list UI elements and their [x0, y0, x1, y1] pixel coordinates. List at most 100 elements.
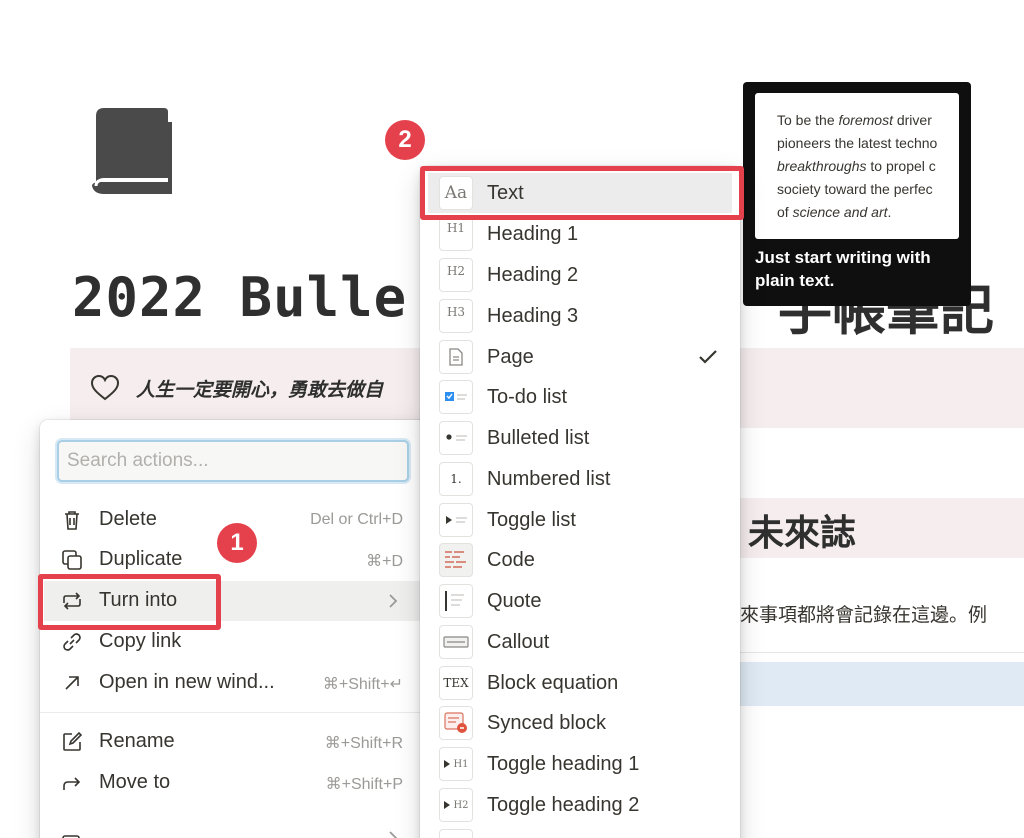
shortcut-hint: ⌘+Shift+P [325, 776, 403, 793]
preview-text: science and art [792, 204, 888, 220]
menu-item-open-new-window[interactable]: Open in new wind... ⌘+Shift+↵ [44, 663, 420, 703]
menu-item-label: Delete [99, 508, 157, 530]
book-icon[interactable] [90, 102, 172, 196]
turn-into-heading-3[interactable]: H3 Heading 3 [428, 296, 732, 336]
turn-into-quote[interactable]: Quote [428, 581, 732, 621]
menu-item-label: Open in new wind... [99, 671, 275, 693]
turn-into-toggle-heading-1[interactable]: H1 Toggle heading 1 [428, 744, 732, 784]
shortcut-hint: ⌘+Shift+R [324, 735, 403, 752]
turn-into-toggle-heading-2[interactable]: H2 Toggle heading 2 [428, 785, 732, 825]
icon-glyph: TEX [443, 676, 469, 690]
page-title[interactable]: 2022 Bulle [72, 266, 407, 329]
preview-text: breakthroughs [777, 158, 867, 174]
code-icon [439, 543, 473, 577]
numbered-list-icon: 1. [439, 462, 473, 496]
link-icon [63, 633, 81, 651]
submenu-item-label: Heading 1 [487, 223, 579, 245]
quote-icon [439, 584, 473, 618]
menu-item-move-to[interactable]: Move to ⌘+Shift+P [44, 763, 420, 803]
body-paragraph: 來事項都將會記錄在這邊。例 [740, 604, 988, 626]
heading1-icon: H1 [439, 217, 473, 251]
turn-into-heading-2[interactable]: H2 Heading 2 [428, 255, 732, 295]
icon-glyph: H1 [446, 221, 466, 235]
duplicate-icon [62, 550, 82, 570]
icon-glyph: H1 [453, 758, 469, 770]
turn-into-synced-block[interactable]: Synced block [428, 703, 732, 743]
submenu-item-label: Synced block [487, 712, 606, 734]
turn-into-bulleted-list[interactable]: Bulleted list [428, 418, 732, 458]
turn-into-code[interactable]: Code [428, 540, 732, 580]
turn-into-toggle-heading-3[interactable] [428, 826, 732, 838]
notion-page: 2022 Bulle 手帳筆記 人生一定要開心，勇敢去做自 未來誌 來事項都將會… [0, 0, 1024, 838]
submenu-item-label: Block equation [487, 672, 619, 694]
preview-text: foremost [838, 112, 893, 128]
equation-icon: TEX [439, 666, 473, 700]
open-external-icon [65, 676, 79, 690]
search-actions-input[interactable] [57, 440, 409, 482]
preview-text: society toward the perfec [777, 181, 933, 197]
menu-divider [40, 712, 420, 713]
submenu-item-label: Toggle list [487, 509, 576, 531]
icon-glyph: H2 [446, 264, 466, 278]
block-preview-tooltip: To be the foremost driver pioneers the l… [743, 82, 971, 306]
menu-item-label: Duplicate [99, 548, 183, 570]
color-palette-icon [62, 835, 80, 838]
checkmark-icon [699, 350, 717, 364]
turn-into-block-equation[interactable]: TEX Block equation [428, 663, 732, 703]
toggle-list-icon [439, 503, 473, 537]
move-arrow-icon [63, 777, 81, 790]
turn-into-page[interactable]: Page [428, 337, 732, 377]
icon-glyph: H3 [446, 305, 466, 319]
page-icon [439, 340, 473, 374]
turn-into-toggle-list[interactable]: Toggle list [428, 500, 732, 540]
preview-text: of [777, 204, 789, 220]
menu-item-color[interactable] [44, 818, 420, 838]
step-badge-2: 2 [385, 120, 425, 160]
submenu-item-label: Toggle heading 2 [487, 794, 640, 816]
shortcut-hint: ⌘+Shift+↵ [322, 676, 403, 693]
submenu-item-label: Heading 3 [487, 305, 579, 327]
turn-into-todo-list[interactable]: To-do list [428, 377, 732, 417]
heart-icon [90, 374, 120, 401]
preview-text: To be the [777, 112, 835, 128]
preview-text: to propel c [870, 158, 936, 174]
preview-text: . [887, 204, 892, 220]
submenu-item-label: To-do list [487, 386, 568, 408]
menu-item-label: Move to [99, 771, 171, 793]
annotation-highlight-text [420, 166, 744, 220]
preview-text: pioneers the latest techno [777, 135, 938, 151]
callout-text: 人生一定要開心，勇敢去做自 [136, 379, 384, 401]
heading-text: 未來誌 [748, 513, 857, 554]
turn-into-heading-1[interactable]: H1 Heading 1 [428, 214, 732, 254]
chevron-right-icon [389, 831, 398, 838]
turn-into-callout[interactable]: Callout [428, 622, 732, 662]
rename-icon [63, 731, 83, 751]
toggle-heading2-icon: H2 [439, 788, 473, 822]
step-badge-1: 1 [217, 523, 257, 563]
submenu-item-label: Page [487, 346, 534, 368]
heading2-icon: H2 [439, 258, 473, 292]
submenu-item-label: Code [487, 549, 535, 571]
bullet-list-icon [439, 421, 473, 455]
annotation-highlight-turn-into [38, 574, 221, 630]
divider [740, 652, 1024, 653]
synced-block-icon [439, 706, 473, 740]
menu-item-rename[interactable]: Rename ⌘+Shift+R [44, 722, 420, 762]
submenu-item-label: Toggle heading 1 [487, 753, 640, 775]
icon-glyph: H2 [453, 799, 469, 811]
tooltip-caption: Just start writing with plain text. [755, 248, 931, 290]
submenu-item-label: Numbered list [487, 468, 611, 490]
turn-into-numbered-list[interactable]: 1. Numbered list [428, 459, 732, 499]
text-preview-card: To be the foremost driver pioneers the l… [755, 93, 959, 239]
trash-icon [65, 511, 79, 530]
shortcut-hint: Del or Ctrl+D [310, 511, 403, 528]
chevron-right-icon [389, 594, 398, 608]
submenu-item-label: Bulleted list [487, 427, 590, 449]
callout-icon [439, 625, 473, 659]
submenu-item-label: Callout [487, 631, 550, 653]
toggle-heading1-icon: H1 [439, 747, 473, 781]
blue-callout-block[interactable] [740, 662, 1024, 706]
menu-item-label: Rename [99, 730, 175, 752]
todo-icon [439, 380, 473, 414]
menu-item-label: Copy link [99, 630, 182, 652]
